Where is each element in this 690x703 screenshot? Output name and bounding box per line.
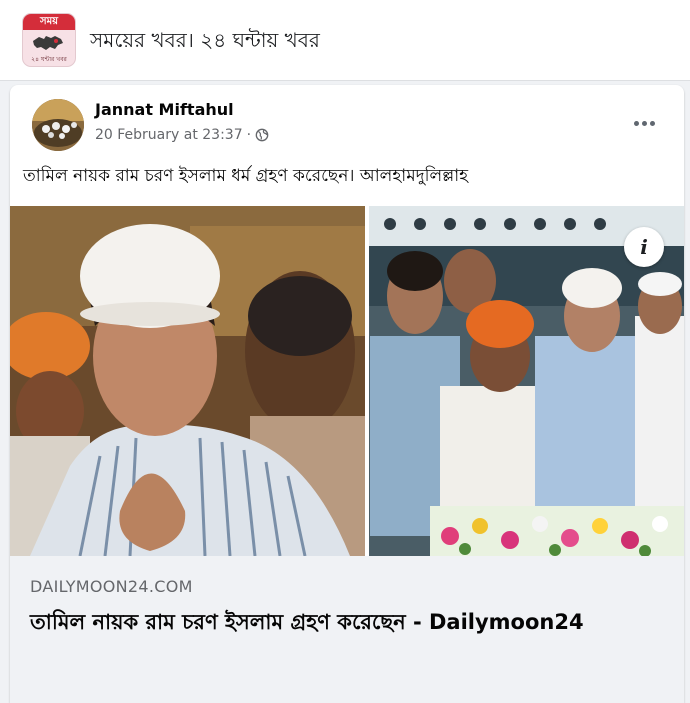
logo-map-icon xyxy=(33,36,63,50)
group-header: সময় ২৪ ঘন্টার খবর সময়ের খবর। ২৪ ঘন্টায… xyxy=(0,0,690,81)
dot xyxy=(649,120,655,126)
link-preview-image[interactable] xyxy=(10,206,684,556)
dot xyxy=(641,120,647,126)
photo-collage xyxy=(10,206,684,556)
post-timestamp[interactable]: 20 February at 23:37 xyxy=(95,127,243,143)
link-preview[interactable]: DAILYMOON24.COM তামিল নায়ক রাম চরণ ইসলা… xyxy=(10,556,684,703)
link-domain: DAILYMOON24.COM xyxy=(30,577,193,596)
link-title[interactable]: তামিল নায়ক রাম চরণ ইসলাম গ্রহণ করেছেন -… xyxy=(30,606,630,639)
group-logo[interactable]: সময় ২৪ ঘন্টার খবর xyxy=(22,13,76,67)
author-name[interactable]: Jannat Miftahul xyxy=(95,100,234,119)
globe-icon[interactable] xyxy=(255,128,269,142)
dot xyxy=(633,120,639,126)
logo-text: সময় xyxy=(23,14,75,30)
meta-separator: · xyxy=(246,127,252,143)
post-text: তামিল নায়ক রাম চরণ ইসলাম ধর্ম গ্রহণ করে… xyxy=(23,166,469,186)
avatar-image xyxy=(32,99,84,151)
logo-subtext: ২৪ ঘন্টার খবর xyxy=(31,56,67,63)
info-icon[interactable]: i xyxy=(624,227,664,267)
more-options-icon[interactable] xyxy=(626,111,662,135)
avatar[interactable] xyxy=(32,99,84,151)
post-card: Jannat Miftahul 20 February at 23:37 · ত… xyxy=(10,85,684,703)
group-title[interactable]: সময়ের খবর। ২৪ ঘন্টায় খবর xyxy=(90,26,320,59)
post-meta: 20 February at 23:37 · xyxy=(95,127,269,143)
